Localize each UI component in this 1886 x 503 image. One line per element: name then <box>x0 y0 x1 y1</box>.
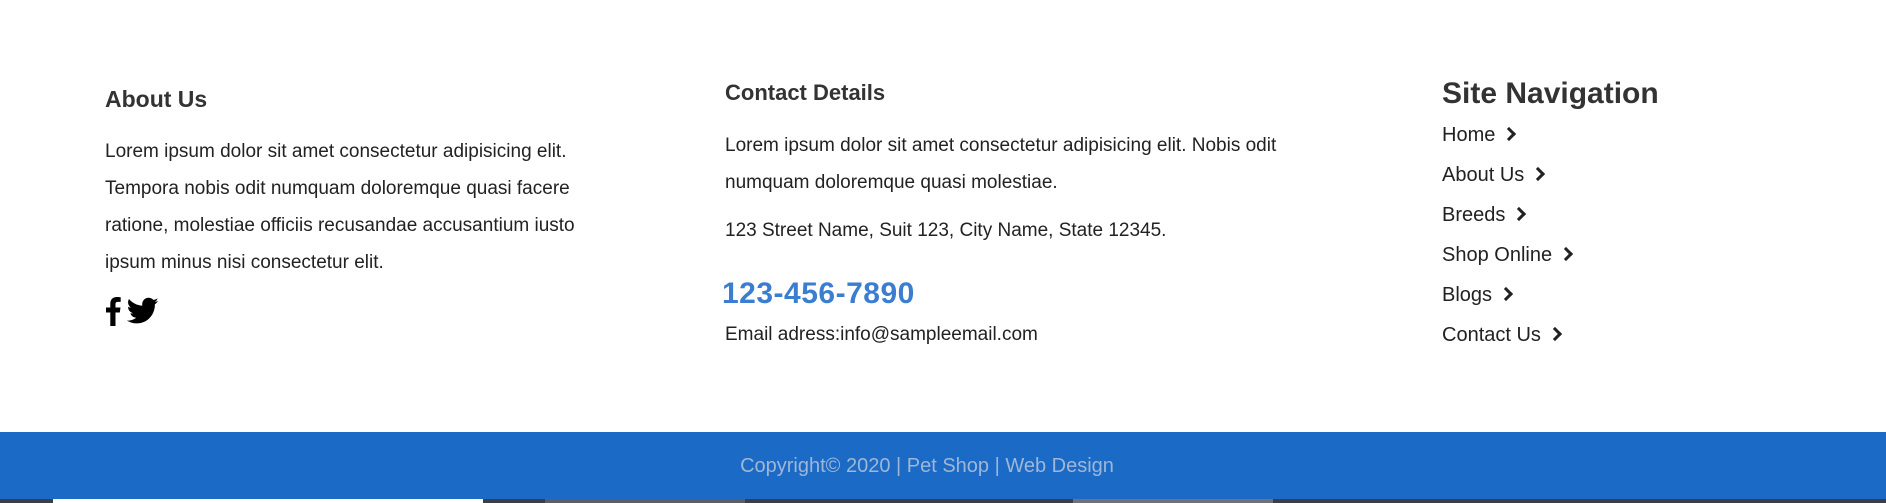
contact-email: Email adress:info@sampleemail.com <box>725 324 1038 345</box>
chevron-right-icon <box>1498 286 1513 302</box>
twitter-icon <box>126 297 159 324</box>
facebook-icon <box>106 297 121 326</box>
facebook-link[interactable] <box>105 296 121 326</box>
nav-item-home: Home <box>1442 120 1571 160</box>
nav-link-blogs[interactable]: Blogs <box>1442 284 1513 306</box>
nav-link-contact-us[interactable]: Contact Us <box>1442 324 1562 346</box>
nav-link-label: Contact Us <box>1442 324 1541 346</box>
nav-item-breeds: Breeds <box>1442 200 1571 240</box>
nav-link-breeds[interactable]: Breeds <box>1442 204 1527 226</box>
chevron-right-icon <box>1558 246 1573 262</box>
twitter-link[interactable] <box>126 297 159 325</box>
nav-link-label: Breeds <box>1442 204 1506 226</box>
nav-link-label: Home <box>1442 124 1496 146</box>
nav-link-shop-online[interactable]: Shop Online <box>1442 244 1573 266</box>
nav-item-about-us: About Us <box>1442 160 1571 200</box>
contact-title: Contact Details <box>725 80 886 105</box>
about-title: About Us <box>105 86 208 112</box>
social-links <box>105 296 159 326</box>
copyright-text: Copyright© 2020 | Pet Shop | Web Design <box>740 454 1114 477</box>
chevron-right-icon <box>1530 166 1545 182</box>
site-navigation-list: Home About Us Breeds Shop Online Blogs C… <box>1442 120 1573 360</box>
contact-text: Lorem ipsum dolor sit amet consectetur a… <box>725 135 1277 193</box>
contact-address: 123 Street Name, Suit 123, City Name, St… <box>725 220 1167 241</box>
strip-segment <box>545 499 745 503</box>
phone-link[interactable]: 123-456-7890 <box>722 277 915 311</box>
nav-link-label: Shop Online <box>1442 244 1553 266</box>
strip-segment <box>1073 499 1273 503</box>
strip-segment <box>53 499 483 503</box>
bottom-strip <box>0 499 1886 503</box>
nav-link-label: About Us <box>1442 164 1525 186</box>
nav-item-shop-online: Shop Online <box>1442 240 1573 280</box>
about-text: Lorem ipsum dolor sit amet consectetur a… <box>105 141 575 273</box>
nav-link-about-us[interactable]: About Us <box>1442 164 1545 186</box>
chevron-right-icon <box>1547 326 1562 342</box>
footer: About Us Lorem ipsum dolor sit amet cons… <box>0 0 1886 432</box>
nav-link-home[interactable]: Home <box>1442 124 1516 146</box>
nav-item-blogs: Blogs <box>1442 280 1571 320</box>
nav-link-label: Blogs <box>1442 284 1493 306</box>
chevron-right-icon <box>1501 126 1516 142</box>
chevron-right-icon <box>1511 206 1527 222</box>
site-navigation-title: Site Navigation <box>1442 77 1659 110</box>
copyright-bar: Copyright© 2020 | Pet Shop | Web Design <box>0 432 1886 500</box>
nav-item-contact-us: Contact Us <box>1442 320 1571 360</box>
